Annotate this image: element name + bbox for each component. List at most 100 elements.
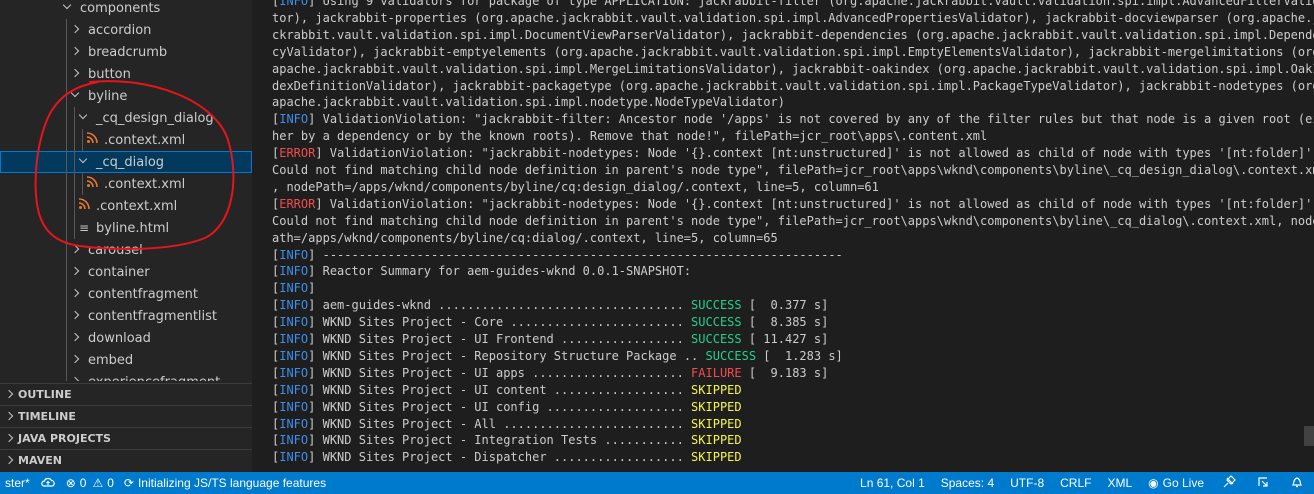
warning-count: 0 xyxy=(107,476,114,490)
chevron-right-icon xyxy=(68,264,84,280)
log-failure-token: FAILURE xyxy=(691,365,742,380)
panel-header-outline[interactable]: OUTLINE xyxy=(0,383,252,405)
panel-title: OUTLINE xyxy=(18,388,72,401)
tree-item-label: _cq_design_dialog xyxy=(96,110,214,126)
broadcast-icon: ◉ xyxy=(1148,476,1159,490)
log-info-token: INFO xyxy=(279,264,309,279)
chevron-right-icon xyxy=(2,409,18,425)
language-mode-selector[interactable]: XML xyxy=(1099,472,1140,494)
warning-icon: ⚠ xyxy=(92,476,104,490)
eol-selector[interactable]: CRLF xyxy=(1052,472,1099,494)
log-info-token: INFO xyxy=(279,348,309,363)
log-text: , nodePath=/apps/wknd/components/byline/… xyxy=(272,179,879,194)
tree-folder-carousel[interactable]: carousel xyxy=(0,239,252,261)
terminal-output[interactable]: [INFO] Using 9 validators for package of… xyxy=(252,0,1314,472)
cursor-position-label: Ln 61, Col 1 xyxy=(860,476,925,490)
log-text: ] ValidationViolation: "jackrabbit-filte… xyxy=(308,112,1314,127)
tweet-feedback-button[interactable] xyxy=(1212,472,1246,494)
terminal-line: [INFO] WKND Sites Project - UI config ..… xyxy=(272,399,742,416)
log-error-token: ERROR xyxy=(279,196,316,211)
indentation-selector[interactable]: Spaces: 4 xyxy=(933,472,1002,494)
chevron-right-icon xyxy=(68,22,84,38)
language-label: XML xyxy=(1107,476,1133,490)
chevron-down-icon xyxy=(76,110,92,126)
log-skipped-token: SKIPPED xyxy=(691,416,742,431)
tree-folder-byline[interactable]: byline xyxy=(0,85,252,107)
cursor-position[interactable]: Ln 61, Col 1 xyxy=(852,472,933,494)
log-info-token: INFO xyxy=(279,416,309,431)
terminal-line: [INFO] WKND Sites Project - Repository S… xyxy=(272,348,843,365)
indent-guide xyxy=(74,151,75,173)
log-skipped-token: SKIPPED xyxy=(691,399,742,414)
tree-folder-cq-dialog[interactable]: _cq_dialog xyxy=(0,151,252,173)
tree-folder-contentfragment[interactable]: contentfragment xyxy=(0,283,252,305)
log-success-token: SUCCESS xyxy=(691,298,742,313)
indent-guide xyxy=(66,327,67,349)
tree-item-label: _cq_dialog xyxy=(96,154,165,170)
terminal-line: tor), jackrabbit-properties (org.apache.… xyxy=(272,10,1314,27)
log-text: ] WKND Sites Project - Dispatcher ......… xyxy=(308,450,692,465)
indent-guide xyxy=(66,107,67,129)
panel-header-maven[interactable]: MAVEN xyxy=(0,449,252,471)
log-info-token: INFO xyxy=(279,433,309,448)
log-text: ] ValidationViolation: "jackrabbit-nodet… xyxy=(315,146,1314,161)
tree-folder-components[interactable]: components xyxy=(0,0,252,19)
terminal-scrollbar[interactable] xyxy=(1304,426,1314,446)
tree-file[interactable]: ≡ byline.html xyxy=(0,217,252,239)
account-icon xyxy=(1256,475,1270,492)
tree-folder-download[interactable]: download xyxy=(0,327,252,349)
indent-guide xyxy=(66,129,67,151)
log-info-token: INFO xyxy=(279,365,309,380)
log-info-token: INFO xyxy=(279,281,309,296)
terminal-line: [ERROR] ValidationViolation: "jackrabbit… xyxy=(272,196,1314,213)
log-info-token: INFO xyxy=(279,450,309,465)
indent-guide xyxy=(82,173,83,195)
log-text: ] --------------------------------------… xyxy=(308,247,843,262)
tree-folder-contentfragmentlist[interactable]: contentfragmentlist xyxy=(0,305,252,327)
tree-folder-container[interactable]: container xyxy=(0,261,252,283)
tree-file[interactable]: .context.xml xyxy=(0,173,252,195)
terminal-line: cyValidator), jackrabbit-emptyelements (… xyxy=(272,44,1314,61)
panel-title: JAVA PROJECTS xyxy=(18,432,111,445)
encoding-selector[interactable]: UTF-8 xyxy=(1002,472,1052,494)
log-text: ath=/apps/wknd/components/byline/cq:dial… xyxy=(272,230,778,245)
terminal-line: Could not find matching child node defin… xyxy=(272,162,1314,179)
go-live-button[interactable]: ◉ Go Live xyxy=(1140,472,1212,494)
task-status[interactable]: ⟳ Initializing JS/TS language features xyxy=(119,472,331,494)
terminal-line: [INFO] ValidationViolation: "jackrabbit-… xyxy=(272,111,1314,128)
tree-file[interactable]: .context.xml xyxy=(0,195,252,217)
tree-item-label: button xyxy=(88,66,131,82)
log-info-token: INFO xyxy=(279,0,309,8)
log-info-token: INFO xyxy=(279,247,309,262)
terminal-line: [INFO] Reactor Summary for aem-guides-wk… xyxy=(272,263,691,280)
tree-folder-button[interactable]: button xyxy=(0,63,252,85)
panel-header-java-projects[interactable]: JAVA PROJECTS xyxy=(0,427,252,449)
person-icon-button[interactable] xyxy=(1246,472,1280,494)
log-info-token: INFO xyxy=(279,382,309,397)
chevron-right-icon xyxy=(68,286,84,302)
tree-folder-cq-design-dialog[interactable]: _cq_design_dialog xyxy=(0,107,252,129)
tree-folder-embed[interactable]: embed xyxy=(0,349,252,371)
log-text: apache.jackrabbit.vault.validation.spi.i… xyxy=(272,61,1314,76)
indent-guide xyxy=(66,349,67,371)
indent-guide xyxy=(66,151,67,173)
branch-indicator[interactable]: ster* xyxy=(0,472,35,494)
log-info-token: INFO xyxy=(279,112,309,127)
explorer-sidebar: components accordion breadcrumb button bylin… xyxy=(0,0,252,472)
log-error-token: ERROR xyxy=(279,146,316,161)
tree-file[interactable]: .context.xml xyxy=(0,129,252,151)
problems-indicator[interactable]: ⊗ 0 ⚠ 0 xyxy=(61,472,119,494)
tree-item-label: contentfragmentlist xyxy=(88,308,218,324)
tree-item-label: .context.xml xyxy=(104,176,186,192)
html-file-icon: ≡ xyxy=(78,221,90,235)
tree-folder-breadcrumb[interactable]: breadcrumb xyxy=(0,41,252,63)
log-info-token: INFO xyxy=(279,298,309,313)
notifications-button[interactable] xyxy=(1280,472,1314,494)
panel-header-timeline[interactable]: TIMELINE xyxy=(0,405,252,427)
tree-folder-accordion[interactable]: accordion xyxy=(0,19,252,41)
panel-title: MAVEN xyxy=(18,454,62,467)
tree-folder-experiencefragment[interactable]: experiencefragment xyxy=(0,371,252,381)
sync-button[interactable] xyxy=(35,472,61,494)
panel-title: TIMELINE xyxy=(18,410,76,423)
terminal-line: [INFO] WKND Sites Project - Core .......… xyxy=(272,314,828,331)
